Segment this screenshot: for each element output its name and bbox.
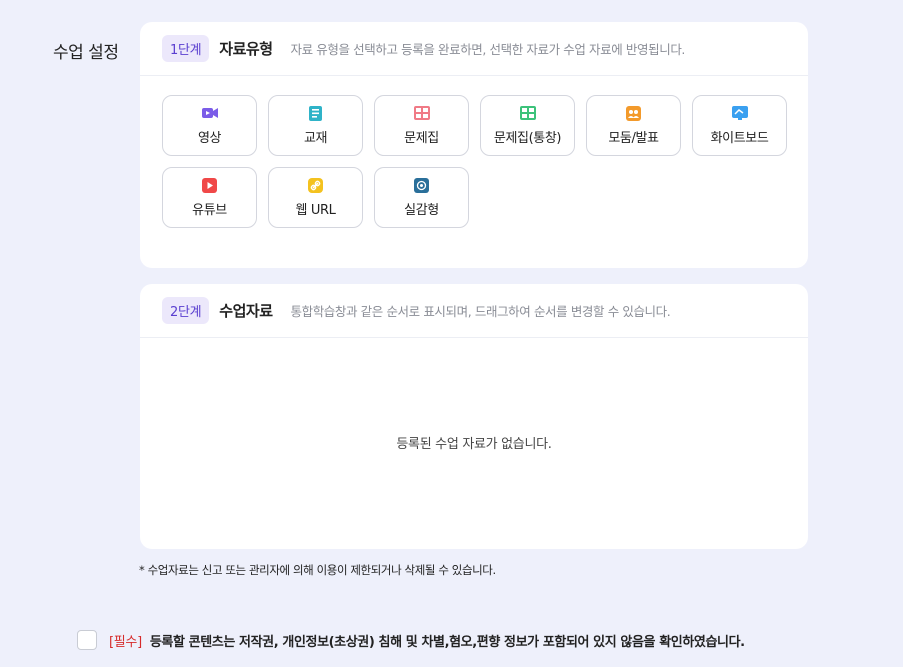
type-label: 교재	[303, 131, 328, 146]
type-button-quiz-window[interactable]: 문제집(통창)	[480, 95, 575, 156]
step1-header: 1단계 자료유형 자료 유형을 선택하고 등록을 완료하면, 선택한 자료가 수…	[140, 22, 808, 76]
immersive-icon	[414, 177, 430, 193]
step1-badge: 1단계	[162, 35, 210, 62]
book-icon	[308, 105, 324, 121]
type-button-quiz[interactable]: 문제집	[374, 95, 469, 156]
type-label: 웹 URL	[295, 203, 336, 218]
link-icon	[308, 177, 324, 193]
type-label: 문제집	[404, 131, 439, 146]
type-button-immersive[interactable]: 실감형	[374, 167, 469, 228]
empty-materials-message: 등록된 수업 자료가 없습니다.	[396, 437, 552, 452]
step2-title: 수업자료	[219, 302, 273, 320]
section-label: 수업 설정	[53, 43, 119, 63]
type-label: 모둠/발표	[608, 131, 659, 146]
whiteboard-icon	[731, 105, 748, 121]
step1-description: 자료 유형을 선택하고 등록을 완료하면, 선택한 자료가 수업 자료에 반영됩…	[290, 42, 686, 57]
agreement-checkbox[interactable]	[77, 630, 97, 650]
type-button-group[interactable]: 모둠/발표	[586, 95, 681, 156]
type-label: 영상	[197, 131, 222, 146]
step2-card: 2단계 수업자료 통합학습창과 같은 순서로 표시되며, 드래그하여 순서를 변…	[140, 284, 808, 549]
video-icon	[201, 105, 218, 121]
step2-description: 통합학습창과 같은 순서로 표시되며, 드래그하여 순서를 변경할 수 있습니다…	[290, 304, 671, 319]
youtube-icon	[202, 177, 218, 193]
required-tag: [필수]	[109, 634, 142, 650]
type-label: 실감형	[404, 203, 439, 218]
type-label: 유튜브	[192, 203, 227, 218]
step1-card: 1단계 자료유형 자료 유형을 선택하고 등록을 완료하면, 선택한 자료가 수…	[140, 22, 808, 268]
type-button-youtube[interactable]: 유튜브	[162, 167, 257, 228]
usage-notice: * 수업자료는 신고 또는 관리자에 의해 이용이 제한되거나 삭제될 수 있습…	[139, 563, 496, 577]
type-button-web-url[interactable]: 웹 URL	[268, 167, 363, 228]
group-icon	[626, 105, 642, 121]
type-button-book[interactable]: 교재	[268, 95, 363, 156]
agreement-row: [필수] 등록할 콘텐츠는 저작권, 개인정보(초상권) 침해 및 차별,혐오,…	[77, 630, 745, 650]
step1-title: 자료유형	[219, 40, 273, 58]
agreement-text: 등록할 콘텐츠는 저작권, 개인정보(초상권) 침해 및 차별,혐오,편향 정보…	[149, 634, 745, 650]
quiz-window-icon	[519, 105, 536, 121]
step2-badge: 2단계	[162, 297, 210, 324]
type-label: 화이트보드	[710, 131, 769, 146]
type-label: 문제집(통창)	[493, 131, 562, 146]
type-button-video[interactable]: 영상	[162, 95, 257, 156]
type-button-whiteboard[interactable]: 화이트보드	[692, 95, 787, 156]
step2-header: 2단계 수업자료 통합학습창과 같은 순서로 표시되며, 드래그하여 순서를 변…	[140, 284, 808, 338]
quiz-icon	[413, 105, 430, 121]
material-type-grid: 영상 교재 문제집 문제집(통창) 모둠/발표 화이트보드 유튜브 웹 URL …	[162, 95, 787, 228]
